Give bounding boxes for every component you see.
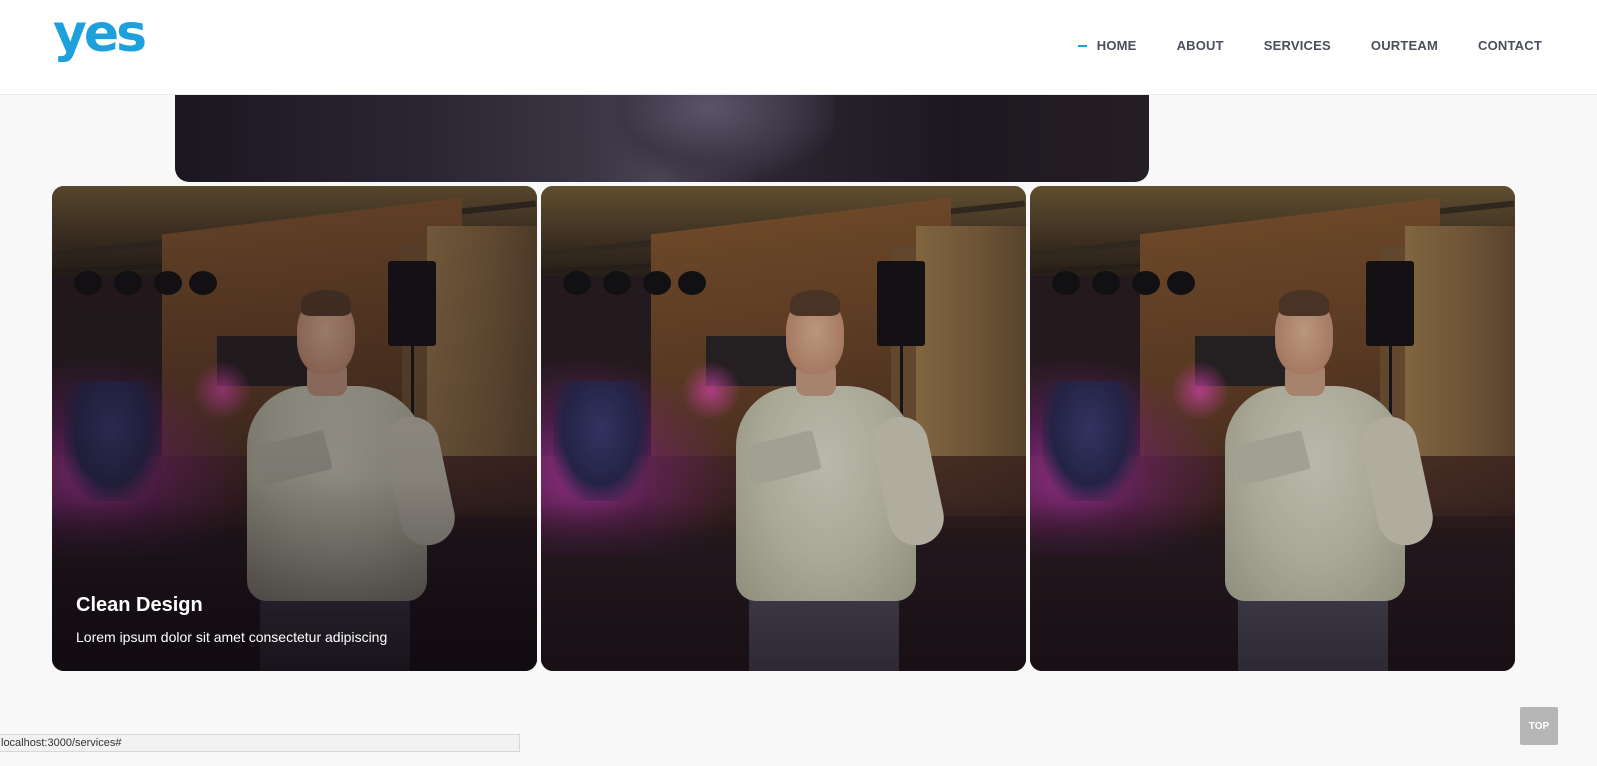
back-to-top-button[interactable]: TOP — [1520, 707, 1558, 745]
service-card-2[interactable] — [541, 186, 1026, 671]
nav-ourteam-label: OURTEAM — [1370, 38, 1439, 53]
main-nav: HOME ABOUT SERVICES OURTEAM CONTACT — [1038, 38, 1542, 53]
browser-status-url: localhost:3000/services# — [0, 734, 520, 752]
active-indicator-icon — [1077, 44, 1087, 47]
nav-services-label: SERVICES — [1263, 38, 1331, 53]
nav-home[interactable]: HOME — [1077, 38, 1137, 53]
nav-ourteam[interactable]: OURTEAM — [1371, 38, 1438, 53]
card-title: Clean Design — [76, 594, 203, 616]
card-text: Lorem ipsum dolor sit amet consectetur a… — [76, 629, 388, 645]
service-card-1[interactable]: Clean Design Lorem ipsum dolor sit amet … — [52, 186, 537, 671]
nav-home-label: HOME — [1096, 38, 1137, 53]
card-caption: Clean Design Lorem ipsum dolor sit amet … — [76, 594, 513, 645]
logo[interactable]: yes — [53, 8, 147, 60]
nav-about[interactable]: ABOUT — [1177, 38, 1224, 53]
site-header: yes HOME ABOUT SERVICES OURTEAM CONTACT — [0, 0, 1597, 95]
nav-contact-label: CONTACT — [1478, 38, 1542, 53]
nav-contact[interactable]: CONTACT — [1478, 38, 1542, 53]
nav-services[interactable]: SERVICES — [1264, 38, 1331, 53]
nav-about-label: ABOUT — [1176, 38, 1224, 53]
service-card-3[interactable] — [1030, 186, 1515, 671]
